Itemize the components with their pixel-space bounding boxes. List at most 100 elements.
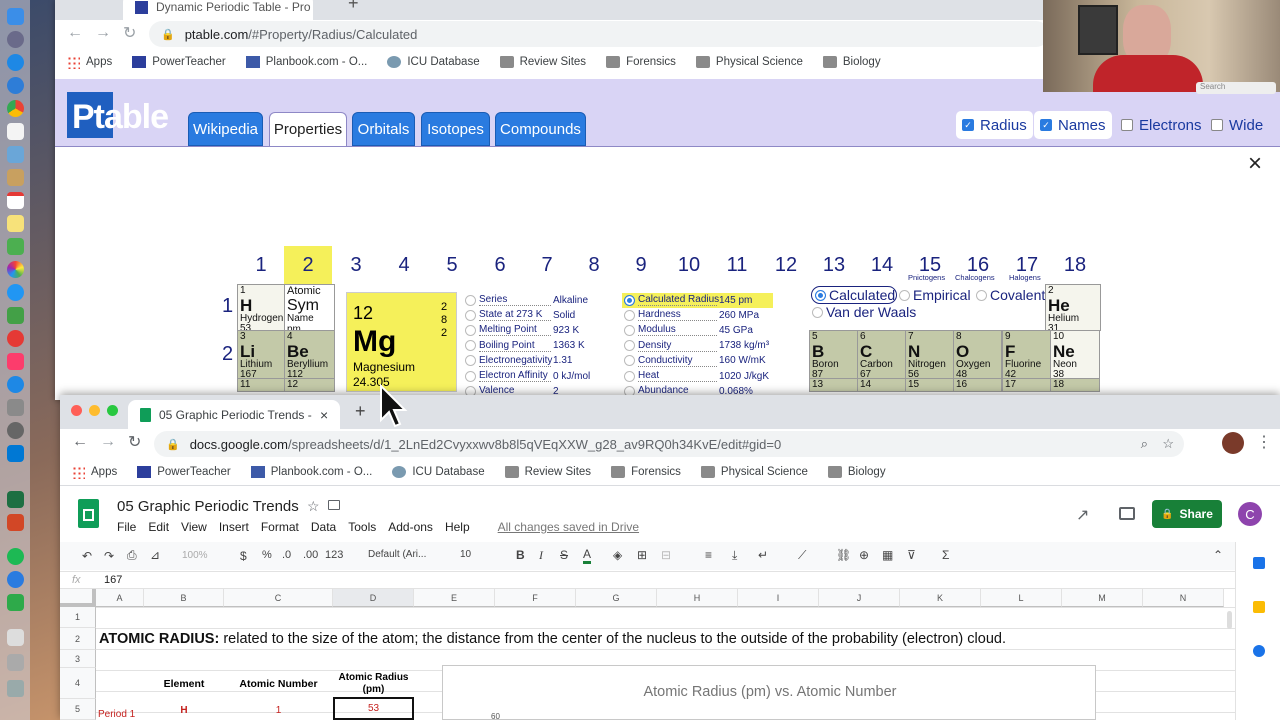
- property-row-state-at-273-k[interactable]: State at 273 K Solid: [465, 309, 615, 322]
- new-tab-button[interactable]: +: [355, 401, 366, 422]
- toggle-names[interactable]: ✓ Names: [1034, 111, 1112, 139]
- screen-icon[interactable]: [7, 571, 24, 588]
- comment-icon[interactable]: ⊕: [859, 548, 869, 562]
- sheets-logo-icon[interactable]: [78, 499, 99, 528]
- group-number-18[interactable]: 18: [1051, 246, 1099, 284]
- bookmark-forensics[interactable]: Forensics: [611, 464, 681, 480]
- row-header-5[interactable]: 5: [60, 699, 96, 720]
- group-number-12[interactable]: 12: [762, 246, 810, 284]
- messages-icon[interactable]: [7, 284, 24, 301]
- bookmark-review-sites[interactable]: Review Sites: [499, 54, 586, 70]
- menu-view[interactable]: View: [181, 520, 207, 534]
- more-formats-button[interactable]: 123: [325, 549, 343, 561]
- reload-icon[interactable]: ↻: [123, 23, 136, 43]
- element-cell-15[interactable]: 15: [905, 378, 954, 392]
- group-number-14[interactable]: 14: [858, 246, 906, 284]
- tasks-addon-icon[interactable]: [1253, 645, 1265, 657]
- chart-icon[interactable]: ▦: [882, 548, 893, 562]
- formula-bar[interactable]: fx 167: [60, 571, 1235, 589]
- camtasia-icon[interactable]: [7, 594, 24, 611]
- column-header-g[interactable]: G: [576, 589, 657, 607]
- fill-color-icon[interactable]: ◈: [613, 548, 622, 562]
- element-cell-he[interactable]: 2 He Helium 31: [1045, 284, 1101, 331]
- element-cell-14[interactable]: 14: [857, 378, 906, 392]
- bookmark-forensics[interactable]: Forensics: [606, 54, 676, 70]
- chrome-icon[interactable]: [7, 100, 24, 117]
- address-bar[interactable]: 🔒 docs.google.com/spreadsheets/d/1_2LnEd…: [154, 431, 1184, 457]
- comments-icon[interactable]: [1119, 507, 1135, 520]
- tab-orbitals[interactable]: Orbitals: [352, 112, 415, 146]
- cell-b4-element-header[interactable]: Element: [144, 669, 224, 699]
- zoom-magnifier-icon[interactable]: ⌕: [1141, 436, 1148, 452]
- bookmark-apps[interactable]: Apps: [72, 464, 117, 480]
- rotate-icon[interactable]: ⟋: [798, 548, 806, 563]
- notes-icon[interactable]: [7, 169, 24, 186]
- functions-icon[interactable]: Σ: [942, 548, 949, 562]
- column-header-h[interactable]: H: [657, 589, 738, 607]
- music-icon[interactable]: [7, 353, 24, 370]
- files-icon[interactable]: [7, 654, 24, 671]
- notes-icon[interactable]: [7, 123, 24, 140]
- more-menu-icon[interactable]: ⋮: [1256, 432, 1272, 452]
- notes-icon[interactable]: [7, 215, 24, 232]
- font-select[interactable]: Default (Ari...: [368, 549, 426, 560]
- system-preferences-icon[interactable]: [7, 399, 24, 416]
- account-avatar[interactable]: C: [1238, 502, 1262, 526]
- star-icon[interactable]: ☆: [307, 498, 320, 515]
- close-window-icon[interactable]: [71, 405, 82, 416]
- group-number-2[interactable]: 2: [284, 246, 332, 284]
- group-number-8[interactable]: 8: [570, 246, 618, 284]
- element-cell-f[interactable]: 9 F Fluorine 42: [1002, 330, 1051, 379]
- column-header-k[interactable]: K: [900, 589, 981, 607]
- bookmark-star-icon[interactable]: ☆: [1162, 436, 1174, 452]
- bookmark-powerteacher[interactable]: PowerTeacher: [132, 54, 226, 70]
- row-header-1[interactable]: 1: [60, 607, 96, 628]
- calendar-addon-icon[interactable]: [1253, 557, 1265, 569]
- tab-properties[interactable]: Properties: [269, 112, 347, 146]
- bookmark-icu-database[interactable]: ICU Database: [392, 464, 485, 480]
- percent-button[interactable]: %: [262, 549, 272, 561]
- undo-icon[interactable]: ↶: [82, 549, 92, 563]
- group-number-3[interactable]: 3: [332, 246, 380, 284]
- column-header-d[interactable]: D: [333, 589, 414, 607]
- ptable-logo[interactable]: Ptable: [67, 92, 171, 138]
- column-header-b[interactable]: B: [144, 589, 224, 607]
- reload-icon[interactable]: ↻: [128, 432, 141, 452]
- group-number-9[interactable]: 9: [617, 246, 665, 284]
- powerpoint-icon[interactable]: [7, 514, 24, 531]
- save-status[interactable]: All changes saved in Drive: [498, 520, 639, 534]
- bookmark-powerteacher[interactable]: PowerTeacher: [137, 464, 231, 480]
- element-cell-b[interactable]: 5 B Boron 87: [809, 330, 858, 379]
- wrap-icon[interactable]: ↵: [758, 548, 768, 562]
- element-cell-17[interactable]: 17: [1002, 378, 1051, 392]
- preview-icon[interactable]: [7, 146, 24, 163]
- menu-tools[interactable]: Tools: [348, 520, 376, 534]
- bookmark-icu-database[interactable]: ICU Database: [387, 54, 480, 70]
- column-header-i[interactable]: I: [738, 589, 819, 607]
- bookmark-physical-science[interactable]: Physical Science: [695, 54, 803, 70]
- currency-button[interactable]: $: [240, 549, 247, 563]
- menu-addons[interactable]: Add-ons: [388, 520, 433, 534]
- element-cell-16[interactable]: 16: [953, 378, 1002, 392]
- text-color-icon[interactable]: A: [583, 547, 592, 564]
- group-number-16[interactable]: 16: [954, 246, 1002, 284]
- group-number-11[interactable]: 11: [713, 246, 761, 284]
- excel-icon[interactable]: [7, 491, 24, 508]
- radius-option-empirical[interactable]: Empirical: [899, 287, 971, 303]
- print-icon[interactable]: ⎙: [127, 548, 137, 563]
- column-header-n[interactable]: N: [1143, 589, 1224, 607]
- menu-edit[interactable]: Edit: [148, 520, 169, 534]
- share-button[interactable]: 🔒 Share: [1152, 500, 1222, 528]
- paint-format-icon[interactable]: ⊿: [150, 548, 160, 562]
- forward-arrow-icon[interactable]: →: [100, 433, 116, 451]
- spotify-icon[interactable]: [7, 548, 24, 565]
- keep-addon-icon[interactable]: [1253, 601, 1265, 613]
- tab-sheets[interactable]: 05 Graphic Periodic Trends - G ×: [128, 400, 340, 429]
- move-folder-icon[interactable]: [328, 500, 340, 510]
- row-header-3[interactable]: 3: [60, 650, 96, 668]
- back-arrow-icon[interactable]: ←: [67, 24, 83, 42]
- property-row-heat[interactable]: Heat 1020 J/kgK: [624, 370, 774, 382]
- row-header-4[interactable]: 4: [60, 668, 96, 699]
- column-header-c[interactable]: C: [224, 589, 333, 607]
- increase-decimal-button[interactable]: .00: [303, 549, 318, 561]
